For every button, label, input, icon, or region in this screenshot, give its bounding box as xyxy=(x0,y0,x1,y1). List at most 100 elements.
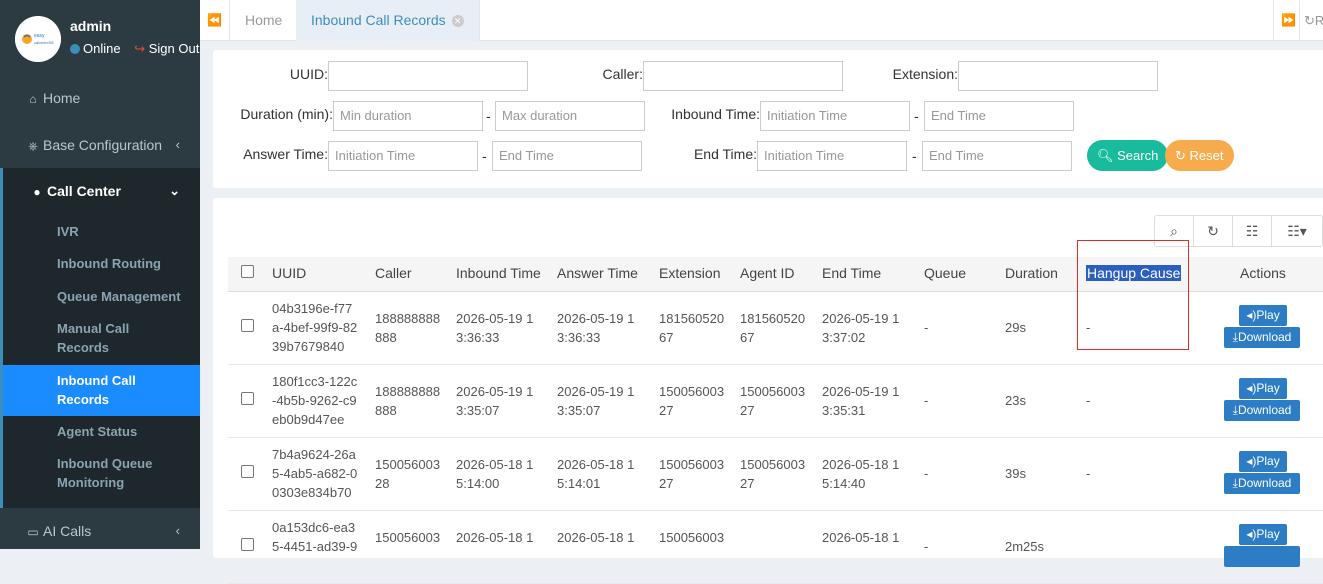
sub-manual-call-records[interactable]: Manual Call Records xyxy=(3,319,200,357)
caller-input[interactable] xyxy=(643,61,843,91)
uuid-input[interactable] xyxy=(328,61,528,91)
nav-base-configuration[interactable]: ⎈ Base Configuration ‹ xyxy=(0,122,200,168)
cell-end-time: 2026-05-19 1 3:37:02 xyxy=(822,311,900,345)
tab-home[interactable]: Home xyxy=(230,0,299,41)
refresh-tab-button[interactable]: ↻R xyxy=(1299,0,1323,41)
download-button[interactable]: ⤓Download xyxy=(1224,327,1300,348)
table-row: 7b4a9624-26a 5-4ab5-a682-0 0303e834b70 1… xyxy=(228,438,1323,511)
dash: - xyxy=(486,108,491,124)
cell-duration: 2m25s xyxy=(1005,539,1045,554)
chevron-down-icon: ⌄ xyxy=(169,183,180,198)
search-button[interactable]: 🔍︎ Search xyxy=(1087,140,1169,171)
tab-bar: ⏪ Home Inbound Call Records✕ ⏩ ↻R xyxy=(200,0,1323,41)
nav-call-center[interactable]: ● Call Center ⌄ xyxy=(0,168,200,214)
header-duration[interactable]: Duration xyxy=(1005,257,1058,292)
reset-button[interactable]: ↻ Reset xyxy=(1165,140,1234,171)
cell-queue: - xyxy=(924,320,929,335)
reset-icon: ↻ xyxy=(1175,148,1186,163)
sub-queue-management[interactable]: Queue Management xyxy=(3,287,200,306)
download-button[interactable] xyxy=(1224,546,1300,567)
header-inbound-time[interactable]: Inbound Time xyxy=(456,257,541,292)
play-button-label: Play xyxy=(1256,454,1280,468)
download-button[interactable]: ⤓Download xyxy=(1224,473,1300,494)
row-checkbox[interactable] xyxy=(241,392,254,405)
cell-duration: 39s xyxy=(1005,466,1026,481)
avatar: easy callcenter365 xyxy=(15,16,61,62)
sub-agent-status[interactable]: Agent Status xyxy=(3,422,200,441)
play-button[interactable]: ◂)Play xyxy=(1239,305,1287,326)
sidebar: easy callcenter365 admin Online ↪ Sign O… xyxy=(0,0,200,549)
row-checkbox[interactable] xyxy=(241,538,254,551)
play-button[interactable]: ◂)Play xyxy=(1239,378,1287,399)
cell-extension: 181560520 67 xyxy=(659,311,725,345)
row-checkbox[interactable] xyxy=(241,319,254,332)
header-end-time[interactable]: End Time xyxy=(822,257,881,292)
home-icon: ⌂ xyxy=(29,92,37,106)
monitor-icon: ▭ xyxy=(27,525,39,539)
tab-close-icon[interactable]: ✕ xyxy=(451,15,464,27)
header-caller[interactable]: Caller xyxy=(375,257,412,292)
answer-end-input[interactable]: End Time xyxy=(492,141,642,171)
tab-scroll-left-icon[interactable]: ⏪ xyxy=(200,0,230,41)
cell-extension: 150056003 27 xyxy=(659,457,725,491)
tab-inbound-call-records[interactable]: Inbound Call Records ✕ xyxy=(296,0,480,41)
header-queue[interactable]: Queue xyxy=(924,257,966,292)
download-button-label: Download xyxy=(1237,330,1292,344)
cell-queue: - xyxy=(924,466,929,481)
dash: - xyxy=(914,108,919,124)
header-agent-id[interactable]: Agent ID xyxy=(740,257,794,292)
download-button-label: Download xyxy=(1237,403,1292,417)
play-button[interactable]: ◂)Play xyxy=(1239,524,1287,545)
inbound-start-input[interactable]: Initiation Time xyxy=(760,101,910,131)
sub-ivr[interactable]: IVR xyxy=(3,222,200,241)
max-duration-input[interactable]: Max duration xyxy=(495,101,645,131)
sub-inbound-call-records[interactable]: Inbound Call Records xyxy=(3,365,200,416)
nav-ai-calls[interactable]: ▭ AI Calls ‹ xyxy=(0,508,200,554)
toolbar-list-icon[interactable]: ☷ xyxy=(1233,216,1272,246)
hangup-cause-highlight-box xyxy=(1077,240,1189,350)
end-end-input[interactable]: End Time xyxy=(922,141,1072,171)
refresh-tab-label: R xyxy=(1315,13,1323,28)
cell-answer-time: 2026-05-19 1 3:36:33 xyxy=(557,311,635,345)
sign-out-link[interactable]: Sign Out xyxy=(149,41,200,56)
cell-queue: - xyxy=(924,393,929,408)
sign-out-icon[interactable]: ↪ xyxy=(134,41,145,56)
min-duration-input[interactable]: Min duration xyxy=(333,101,483,131)
search-panel: UUID: Caller: Extension: Duration (min):… xyxy=(213,50,1323,188)
cell-answer-time: 2026-05-19 1 3:35:07 xyxy=(557,384,635,418)
search-button-label: Search xyxy=(1117,148,1159,163)
play-button-label: Play xyxy=(1256,308,1280,322)
cell-hangup-cause: - xyxy=(1086,466,1091,481)
answer-start-input[interactable]: Initiation Time xyxy=(328,141,478,171)
header-uuid[interactable]: UUID xyxy=(272,257,306,292)
cell-inbound-time: 2026-05-18 1 xyxy=(456,530,534,545)
end-start-input[interactable]: Initiation Time xyxy=(757,141,907,171)
dash: - xyxy=(482,148,487,164)
cell-agent-id: 150056003 27 xyxy=(740,384,806,418)
header-extension[interactable]: Extension xyxy=(659,257,720,292)
nav-home[interactable]: ⌂ Home xyxy=(0,75,200,121)
header-answer-time[interactable]: Answer Time xyxy=(557,257,638,292)
toolbar-refresh-icon[interactable]: ↻ xyxy=(1194,216,1233,246)
cell-agent-id: 181560520 67 xyxy=(740,311,806,345)
sub-inbound-routing[interactable]: Inbound Routing xyxy=(3,254,200,273)
inbound-end-input[interactable]: End Time xyxy=(924,101,1074,131)
download-button[interactable]: ⤓Download xyxy=(1224,400,1300,421)
select-all-checkbox[interactable] xyxy=(241,265,254,278)
header-actions: Actions xyxy=(1240,265,1286,281)
row-checkbox[interactable] xyxy=(241,465,254,478)
cell-caller: 150056003 28 xyxy=(375,457,441,491)
toolbar-columns-icon[interactable]: ☷▾ xyxy=(1272,216,1322,246)
table-row: 0a153dc6-ea3 5-4451-ad39-9 150056003 202… xyxy=(228,511,1323,584)
extension-label: Extension: xyxy=(892,66,958,82)
sub-inbound-queue-monitoring[interactable]: Inbound Queue Monitoring xyxy=(3,454,200,492)
cell-caller: 150056003 xyxy=(375,530,441,545)
extension-input[interactable] xyxy=(958,61,1158,91)
play-button[interactable]: ◂)Play xyxy=(1239,451,1287,472)
cell-answer-time: 2026-05-18 1 5:14:01 xyxy=(557,457,635,491)
logo-text-bottom: callcenter365 xyxy=(34,41,54,45)
cell-agent-id: 150056003 27 xyxy=(740,457,806,491)
nav-base-configuration-label: Base Configuration xyxy=(43,137,163,153)
cell-caller: 188888888 888 xyxy=(375,384,441,418)
online-dot-icon xyxy=(70,44,80,54)
